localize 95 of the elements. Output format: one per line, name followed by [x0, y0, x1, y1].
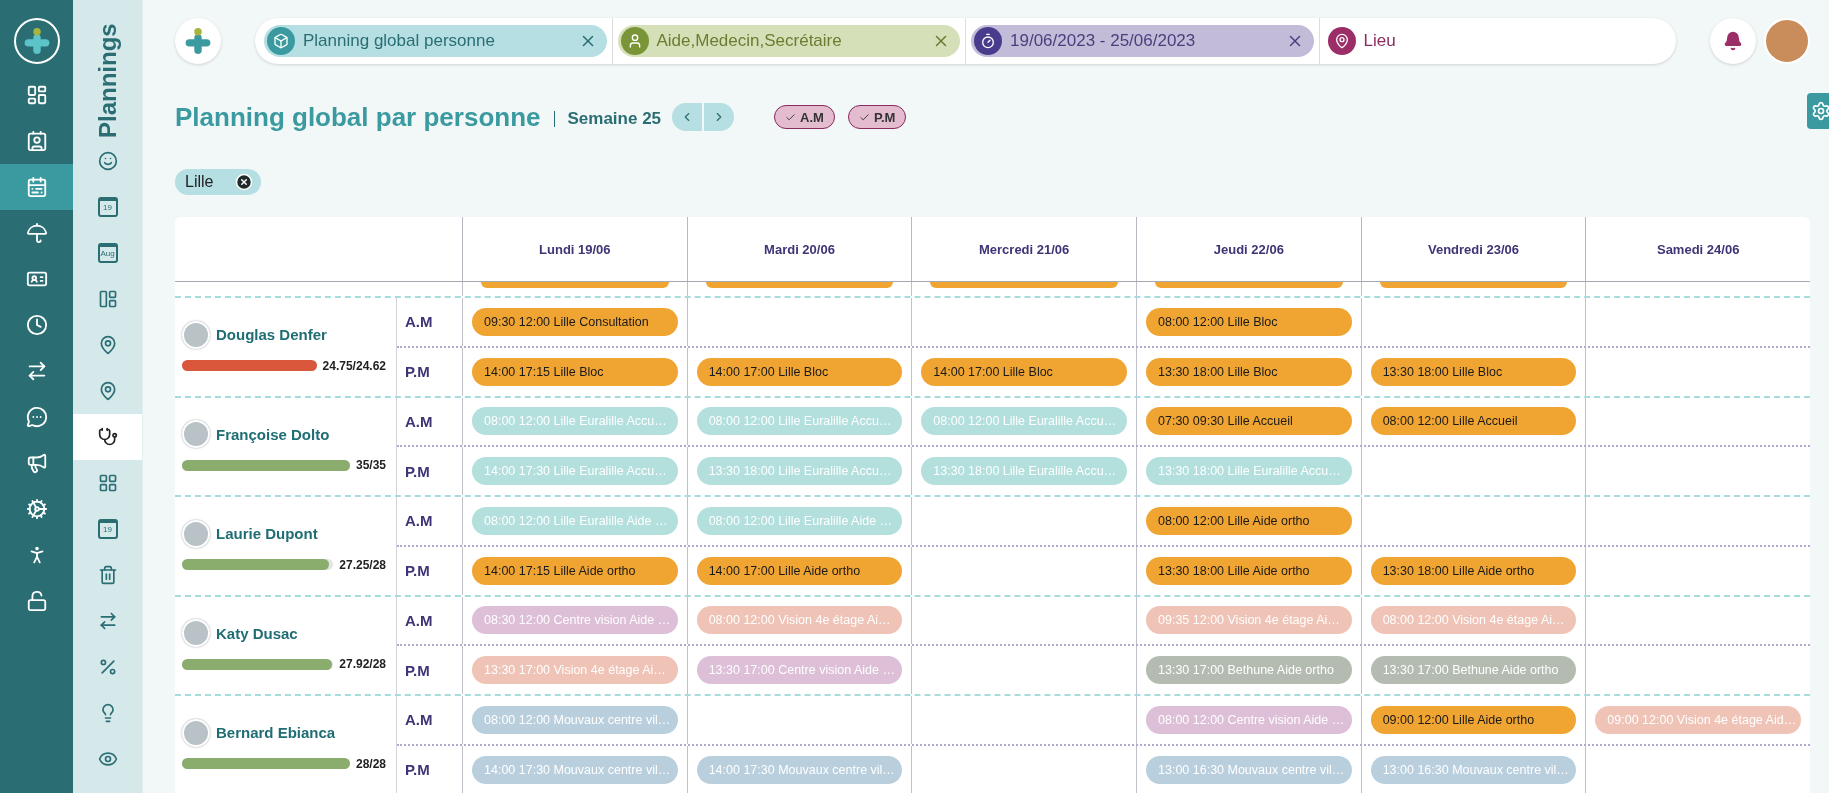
sub-nav-item[interactable]: 19	[73, 184, 142, 230]
calendar-date: 19	[103, 526, 112, 534]
chat-icon	[25, 406, 48, 428]
day-header: Samedi 24/06	[1656, 241, 1740, 257]
event-pill[interactable]: 07:30 09:30 Lille Accueil	[1146, 407, 1352, 436]
half-day-toggle[interactable]: A.M	[774, 105, 835, 129]
layout-icon	[97, 289, 118, 309]
event-pill[interactable]: 09:30 12:00 Lille Consultation	[472, 307, 678, 336]
event-pill[interactable]: 08:00 12:00 Lille Accueil	[1370, 407, 1577, 436]
hours-count: 24.75/24.62	[322, 358, 386, 373]
page-title: Planning global par personne	[175, 101, 541, 133]
section-title: Plannings	[93, 22, 122, 138]
hours-count: 27.92/28	[339, 657, 386, 672]
clock-icon	[25, 314, 48, 336]
calendar-icon	[25, 176, 48, 198]
dashboard-icon	[25, 84, 48, 106]
half-day-toggle[interactable]: P.M	[847, 105, 907, 129]
megaphone-icon	[25, 452, 48, 474]
event-pill[interactable]: 14:00 17:00 Lille Bloc	[921, 357, 1127, 386]
half-day-label: P.M	[405, 562, 430, 580]
person-name[interactable]: Françoise Dolto	[216, 425, 330, 443]
home-logo[interactable]	[175, 18, 221, 64]
nav-item[interactable]	[0, 164, 73, 210]
unlock-icon	[25, 590, 48, 612]
person-avatar	[182, 718, 210, 747]
half-day-label: A.M	[405, 412, 433, 430]
filter-label: Aide,Medecin,Secrétaire	[656, 31, 843, 51]
event-pill[interactable]: 14:00 17:15 Lille Aide ortho	[472, 556, 678, 585]
check-icon	[858, 111, 870, 123]
sub-nav-item[interactable]: Aug	[73, 230, 142, 276]
calendar-date: 19	[103, 204, 112, 212]
remove-icon[interactable]	[235, 173, 254, 191]
filter-chip[interactable]: Lieu	[1324, 25, 1667, 57]
day-header: Jeudi 22/06	[1213, 241, 1284, 257]
half-day-label: P.M	[405, 761, 430, 779]
half-day-label: A.M	[405, 711, 433, 729]
person-avatar	[182, 619, 210, 648]
filter-chip[interactable]: Planning global personne	[264, 25, 607, 57]
person-avatar	[182, 420, 210, 449]
logo-icon	[23, 28, 50, 54]
filter-label: 19/06/2023 - 25/06/2023	[1010, 31, 1197, 51]
contact-list-icon	[25, 130, 48, 152]
event-pill[interactable]: 08:00 12:00 Lille Bloc	[1146, 307, 1352, 336]
person-name[interactable]: Laurie Dupont	[216, 525, 318, 543]
trash-icon	[97, 565, 118, 585]
umbrella-icon	[25, 222, 48, 244]
event-pill[interactable]: 08:00 12:00 Lille Aide ortho	[1146, 506, 1352, 535]
half-day-label: P.M	[405, 661, 430, 679]
half-day-label: A.M	[405, 611, 433, 629]
person-avatar	[182, 519, 210, 548]
logo-icon	[185, 28, 211, 54]
event-pill[interactable]: 13:30 18:00 Lille Bloc	[1146, 357, 1352, 386]
event-pill[interactable]: 09:00 12:00 Lille Aide ortho	[1370, 705, 1577, 734]
sub-nav-item[interactable]	[73, 414, 142, 460]
location-label: Lille	[185, 173, 214, 191]
gear-icon	[25, 498, 48, 520]
filter-chip[interactable]: 19/06/2023 - 25/06/2023	[971, 25, 1314, 57]
settings-tab[interactable]	[1807, 93, 1829, 129]
person-name[interactable]: Douglas Denfer	[216, 326, 327, 344]
event-pill[interactable]: 13:30 18:00 Lille Aide ortho	[1370, 556, 1577, 585]
person-name[interactable]: Katy Dusac	[216, 624, 298, 642]
person-avatar	[182, 320, 210, 349]
event-pill[interactable]: 14:00 17:00 Lille Aide ortho	[696, 556, 903, 585]
half-day-label: A.M	[405, 313, 433, 331]
day-header: Mercredi 21/06	[979, 241, 1070, 257]
half-day-label: P.M	[405, 462, 430, 480]
half-day-label: A.M	[405, 512, 433, 530]
hours-count: 35/35	[355, 458, 386, 473]
day-header: Vendredi 23/06	[1427, 241, 1519, 257]
day-header: Mardi 20/06	[764, 241, 835, 257]
person-name[interactable]: Bernard Ebianca	[216, 724, 336, 742]
day-header: Lundi 19/06	[539, 241, 611, 257]
event-pill[interactable]: 14:00 17:15 Lille Bloc	[472, 357, 678, 386]
sub-nav-item[interactable]: 19	[73, 506, 142, 552]
filter-label: Planning global personne	[303, 31, 496, 51]
eye-icon	[97, 749, 118, 769]
calendar-date: Aug	[100, 250, 115, 258]
event-pill[interactable]: 14:00 17:00 Lille Bloc	[696, 357, 903, 386]
check-icon	[785, 111, 797, 123]
user-avatar[interactable]	[1764, 18, 1810, 64]
hours-count: 27.25/28	[339, 557, 386, 572]
notification-button[interactable]	[1710, 18, 1756, 64]
hours-count: 28/28	[355, 756, 386, 771]
face-icon	[97, 151, 118, 171]
event-pill[interactable]: 13:30 18:00 Lille Bloc	[1370, 357, 1577, 386]
doctor-icon	[97, 427, 118, 447]
week-label: Semaine 25	[567, 109, 662, 129]
app-logo[interactable]	[13, 18, 60, 64]
half-day-label: P.M	[405, 363, 430, 381]
filter-label: Lieu	[1363, 31, 1397, 51]
bell-icon	[1723, 31, 1743, 51]
location-chip[interactable]: Lille	[175, 169, 262, 195]
settings-icon	[1811, 101, 1829, 121]
filter-chip[interactable]: Aide,Medecin,Secrétaire	[617, 25, 960, 57]
event-pill[interactable]: 13:30 18:00 Lille Aide ortho	[1146, 556, 1352, 585]
